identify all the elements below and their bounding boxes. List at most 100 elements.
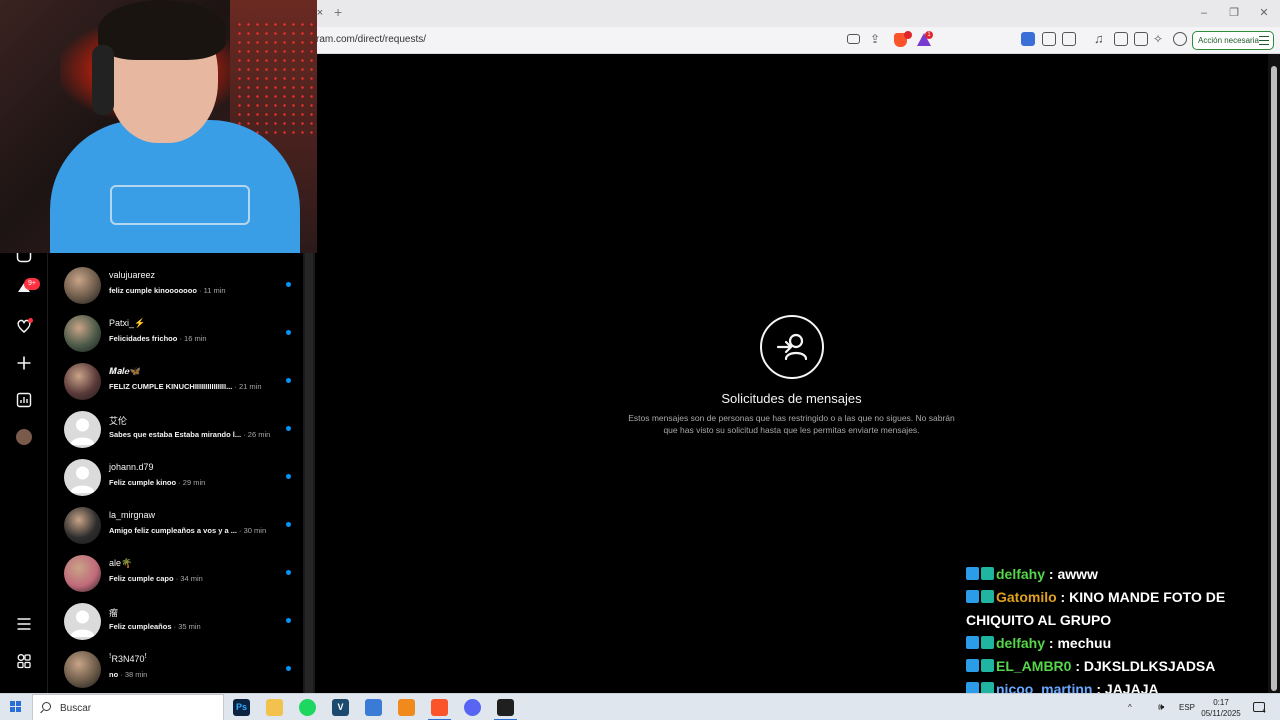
fl-studio-icon[interactable] <box>398 699 415 716</box>
cast-icon[interactable] <box>847 34 860 44</box>
chat-username: delfahy <box>996 635 1046 651</box>
address-bar[interactable]: ram.com/direct/requests/ <box>316 34 426 45</box>
request-preview: Felicidades frichoo · 16 min <box>109 334 289 343</box>
tray-chevron-icon[interactable]: ^ <box>1128 703 1132 712</box>
chat-message: EL_AMBR0 : DJKSLDLKSJADSA <box>966 655 1256 678</box>
close-window-icon[interactable]: ✕ <box>1256 6 1272 20</box>
translate-icon[interactable] <box>1021 32 1035 46</box>
discord-icon[interactable] <box>464 699 481 716</box>
reader-icon[interactable] <box>1062 32 1076 46</box>
unread-dot <box>286 570 291 575</box>
share-icon[interactable]: ⇪ <box>870 32 884 46</box>
request-username: valujuareez <box>109 270 156 280</box>
restore-icon[interactable]: ❐ <box>1226 6 1242 20</box>
request-item[interactable]: la_mirgnaw Amigo feliz cumpleaños a vos y… <box>48 501 303 549</box>
request-message: FELIZ CUMPLE KINUCHIIIIIIIIIIIIIII... <box>109 382 235 391</box>
avatar <box>64 267 101 304</box>
chat-message: delfahy : mechuu <box>966 632 1256 655</box>
list-scrollbar[interactable] <box>303 253 315 693</box>
file-explorer-icon[interactable] <box>266 699 283 716</box>
webcam-overlay <box>0 0 317 253</box>
chat-badge-icon <box>981 636 994 649</box>
request-item[interactable]: ꜝR3N470ꜝ no · 38 min <box>48 645 303 693</box>
chat-text: : DJKSLDLKSJADSA <box>1071 658 1216 674</box>
chat-message: delfahy : awww <box>966 563 1256 586</box>
sidebar-icon[interactable] <box>1114 32 1128 46</box>
request-preview: Feliz cumple kinoo · 29 min <box>109 478 289 487</box>
photoshop-icon[interactable]: Ps <box>233 699 250 716</box>
request-message: no <box>109 670 121 679</box>
action-required-button[interactable]: Acción necesaria <box>1192 31 1274 50</box>
vpn-icon[interactable] <box>1173 32 1187 46</box>
wallet-icon[interactable] <box>1134 32 1148 46</box>
request-time: · 26 min <box>243 430 271 439</box>
volume-icon[interactable]: 🕪 <box>1158 702 1164 713</box>
chat-badge-icon <box>966 659 979 672</box>
search-label: Buscar <box>60 703 92 714</box>
taskbar-search[interactable]: Buscar <box>32 694 224 720</box>
request-message: Amigo feliz cumpleaños a vos y a ... <box>109 526 240 535</box>
language-indicator[interactable]: ESP <box>1179 703 1195 712</box>
scrollbar-thumb[interactable] <box>1271 66 1277 691</box>
request-time: · 21 min <box>234 382 262 391</box>
new-tab-button[interactable]: + <box>334 4 348 20</box>
avatar <box>64 555 101 592</box>
leo-ai-icon[interactable]: ✧ <box>1153 32 1167 46</box>
request-preview: feliz cumple kinooooooo · 11 min <box>109 286 289 295</box>
clock-date: 05/11/2025 <box>1201 709 1241 718</box>
chat-badge-icon <box>966 567 979 580</box>
request-item[interactable]: valujuareez feliz cumple kinooooooo · 11 … <box>48 261 303 309</box>
request-message: Sabes que estaba Estaba mirando l... <box>109 430 244 439</box>
request-item[interactable]: johann.d79 Feliz cumple kinoo · 29 min <box>48 453 303 501</box>
request-item[interactable]: 瘤 Feliz cumpleaños · 35 min <box>48 597 303 645</box>
notification-count: 4 <box>1262 708 1266 715</box>
installer-icon[interactable] <box>365 699 382 716</box>
request-message: Felicidades frichoo <box>109 334 180 343</box>
unread-dot <box>286 282 291 287</box>
request-item[interactable]: 艾伦 Sabes que estaba Estaba mirando l... ·… <box>48 405 303 453</box>
request-message: feliz cumple kinooooooo <box>109 286 199 295</box>
create-icon[interactable] <box>16 355 32 371</box>
request-username: johann.d79 <box>109 462 154 472</box>
chat-badge-icon <box>981 659 994 672</box>
chat-text: : awww <box>1045 566 1098 582</box>
request-time: · 35 min <box>173 622 201 631</box>
chat-username: EL_AMBR0 <box>996 658 1072 674</box>
profile-avatar[interactable] <box>16 429 32 445</box>
minimize-icon[interactable]: – <box>1196 6 1212 20</box>
instagram-nav: 9+ <box>0 247 48 693</box>
request-preview: Sabes que estaba Estaba mirando l... · 2… <box>109 430 289 439</box>
request-item[interactable]: ale🌴 Feliz cumple capo · 34 min <box>48 549 303 597</box>
chat-badge-icon <box>966 636 979 649</box>
request-time: · 16 min <box>179 334 207 343</box>
extensions-icon[interactable] <box>1042 32 1056 46</box>
notifications-dot <box>28 318 33 323</box>
unread-dot <box>286 330 291 335</box>
request-time: · 11 min <box>199 286 226 295</box>
media-icon[interactable]: ♫ <box>1094 32 1108 46</box>
unread-dot <box>286 666 291 671</box>
request-time: · 29 min <box>178 478 206 487</box>
spotify-icon[interactable] <box>299 699 316 716</box>
taskbar: Buscar Ps V ^ 🕪 ESP 0:17 05/11/2025 4 <box>0 693 1280 720</box>
request-time: · 38 min <box>120 670 148 679</box>
request-item[interactable]: Patxi_⚡ Felicidades frichoo · 16 min <box>48 309 303 357</box>
page-scrollbar[interactable] <box>1268 54 1280 693</box>
dashboard-icon[interactable] <box>16 392 32 408</box>
list-scrollbar-thumb[interactable] <box>305 253 313 693</box>
chat-username: Gatomilo <box>996 589 1057 605</box>
brave-icon[interactable] <box>428 699 451 720</box>
request-preview: Amigo feliz cumpleaños a vos y a ... · 3… <box>109 526 289 535</box>
vegas-icon[interactable]: V <box>332 699 349 716</box>
request-item[interactable]: 𝑴𝒂𝒍𝒆🦋 FELIZ CUMPLE KINUCHIIIIIIIIIIIIIII.… <box>48 357 303 405</box>
clock[interactable]: 0:17 05/11/2025 <box>1196 697 1246 719</box>
also-from-meta-icon[interactable] <box>16 653 32 669</box>
windows-start-icon[interactable] <box>10 701 22 713</box>
request-preview: Feliz cumple capo · 34 min <box>109 574 289 583</box>
request-username: 𝑴𝒂𝒍𝒆🦋 <box>109 366 141 376</box>
obs-icon[interactable] <box>494 699 517 720</box>
request-username: 艾伦 <box>109 416 128 426</box>
led-lights <box>235 20 315 140</box>
shields-badge <box>904 31 912 39</box>
more-menu-icon[interactable] <box>16 616 32 632</box>
